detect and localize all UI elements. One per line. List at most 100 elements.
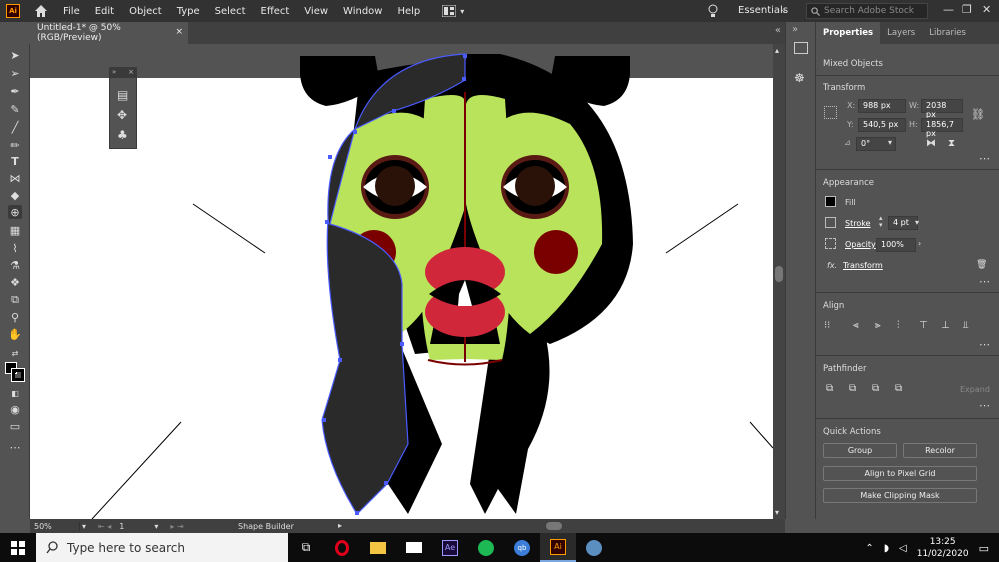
make-clipping-mask-button[interactable]: Make Clipping Mask bbox=[823, 488, 977, 503]
screen-mode-icon[interactable]: ▭ bbox=[8, 419, 22, 433]
menu-window[interactable]: Window bbox=[343, 6, 382, 17]
restore-icon[interactable]: ❐ bbox=[962, 3, 972, 16]
line-tool-icon[interactable]: ╱ bbox=[8, 120, 22, 134]
x-field[interactable]: 988 px bbox=[858, 99, 906, 113]
document-tab[interactable]: Untitled-1* @ 50% (RGB/Preview) × bbox=[30, 22, 188, 44]
illustrator-taskbar-icon[interactable]: Ai bbox=[540, 533, 576, 562]
menu-view[interactable]: View bbox=[304, 6, 328, 17]
menu-help[interactable]: Help bbox=[397, 6, 420, 17]
opacity-chevron-icon[interactable]: › bbox=[918, 239, 921, 248]
menu-type[interactable]: Type bbox=[177, 6, 200, 17]
stroke-color-swatch[interactable] bbox=[825, 217, 836, 228]
line-shape[interactable] bbox=[749, 421, 773, 449]
first-artboard-icon[interactable]: ⇤ ◂ bbox=[98, 522, 111, 531]
minus-front-icon[interactable]: ⧉ bbox=[849, 383, 856, 394]
eyedropper-tool-icon[interactable]: ⌇ bbox=[8, 241, 22, 255]
home-icon[interactable] bbox=[34, 4, 48, 18]
gradient-tool-icon[interactable]: ▦ bbox=[8, 223, 22, 237]
paintbrush-tool-icon[interactable]: ✏ bbox=[8, 138, 22, 152]
opacity-field[interactable]: 100% bbox=[876, 238, 916, 252]
exclude-icon[interactable]: ⧉ bbox=[895, 383, 902, 394]
vertical-scrollbar[interactable]: ▴ ▾ bbox=[773, 44, 785, 519]
align-hcenter-icon[interactable]: ⫸ bbox=[875, 320, 881, 331]
task-view-icon[interactable]: ⧉ bbox=[288, 533, 324, 562]
minimize-icon[interactable]: — bbox=[943, 3, 954, 16]
trash-icon[interactable]: 🗑 bbox=[976, 260, 987, 270]
align-to-icon[interactable]: ⁝⁝ bbox=[824, 320, 830, 331]
clock[interactable]: 13:25 11/02/2020 bbox=[917, 536, 969, 560]
reflect-tool-icon[interactable]: ⋈ bbox=[8, 171, 22, 185]
scroll-thumb[interactable] bbox=[775, 266, 783, 282]
draw-mode-icon[interactable]: ◉ bbox=[8, 402, 22, 416]
tab-libraries[interactable]: Libraries bbox=[922, 22, 973, 44]
stroke-stepper-icon[interactable]: ▴ ▾ bbox=[879, 215, 883, 229]
menu-object[interactable]: Object bbox=[129, 6, 162, 17]
artboard-field[interactable]: 1 bbox=[119, 522, 124, 531]
zoom-field[interactable]: 50% bbox=[30, 521, 80, 531]
notifications-icon[interactable]: ▭ bbox=[979, 542, 989, 555]
last-artboard-icon[interactable]: ▸ ⇥ bbox=[170, 522, 183, 531]
menu-select[interactable]: Select bbox=[215, 6, 246, 17]
group-button[interactable]: Group bbox=[823, 443, 897, 458]
w-field[interactable]: 2038 px bbox=[921, 99, 963, 119]
collapse-icon[interactable]: « bbox=[775, 25, 781, 36]
y-field[interactable]: 540,5 px bbox=[858, 118, 906, 132]
symbol-sprayer-tool-icon[interactable]: ❖ bbox=[8, 275, 22, 289]
stroke-weight-field[interactable]: 4 pt bbox=[888, 216, 918, 230]
scroll-down-icon[interactable]: ▾ bbox=[775, 508, 779, 517]
align-vcenter-icon[interactable]: ⊥ bbox=[941, 320, 950, 331]
assets-panel-icon[interactable]: ☸ bbox=[794, 71, 805, 85]
unite-icon[interactable]: ⧉ bbox=[826, 383, 833, 394]
menu-edit[interactable]: Edit bbox=[95, 6, 114, 17]
tab-layers[interactable]: Layers bbox=[880, 22, 922, 44]
symbols-icon[interactable]: ♣ bbox=[117, 128, 128, 142]
floating-panel-header[interactable]: » × bbox=[110, 68, 136, 78]
more-tools-icon[interactable]: ⋯ bbox=[8, 440, 22, 454]
close-icon[interactable]: ✕ bbox=[982, 3, 991, 16]
artboard-chevron-icon[interactable]: ▾ bbox=[154, 522, 158, 531]
photos-icon[interactable] bbox=[576, 533, 612, 562]
mail-icon[interactable] bbox=[396, 533, 432, 562]
tab-properties[interactable]: Properties bbox=[816, 22, 881, 44]
lightbulb-icon[interactable] bbox=[707, 4, 719, 18]
canvas[interactable] bbox=[30, 44, 773, 519]
menu-file[interactable]: File bbox=[63, 6, 80, 17]
more-options-icon[interactable]: ⋯ bbox=[979, 275, 990, 288]
artboard-tool-icon[interactable]: ⧉ bbox=[8, 293, 22, 307]
puppet-warp-icon[interactable]: ✥ bbox=[117, 108, 127, 122]
zoom-chevron-icon[interactable]: ▾ bbox=[82, 522, 86, 531]
flip-horizontal-icon[interactable]: ⧓ bbox=[926, 138, 936, 149]
workspace-chevron-icon[interactable]: ⌄ bbox=[780, 5, 788, 15]
align-left-icon[interactable]: ⫷ bbox=[853, 320, 859, 331]
close-icon[interactable]: × bbox=[128, 68, 134, 78]
opacity-label[interactable]: Opacity bbox=[845, 240, 876, 249]
arrange-documents-button[interactable]: ▾ bbox=[442, 5, 464, 17]
align-top-icon[interactable]: ⊤ bbox=[919, 320, 928, 331]
recolor-button[interactable]: Recolor bbox=[903, 443, 977, 458]
direct-selection-tool-icon[interactable]: ➢ bbox=[8, 66, 22, 80]
stock-search-input[interactable]: Search Adobe Stock bbox=[806, 3, 928, 19]
right-pupil[interactable] bbox=[515, 166, 555, 206]
h-field[interactable]: 1856,7 px bbox=[921, 118, 963, 138]
flip-vertical-icon[interactable]: ⧗ bbox=[948, 138, 955, 149]
align-to-pixel-grid-button[interactable]: Align to Pixel Grid bbox=[823, 466, 977, 481]
file-explorer-icon[interactable] bbox=[360, 533, 396, 562]
fx-transform-link[interactable]: Transform bbox=[843, 261, 883, 270]
zoom-tool-icon[interactable]: ⚲ bbox=[8, 310, 22, 324]
spotify-icon[interactable] bbox=[468, 533, 504, 562]
pen-tool-icon[interactable]: ✒ bbox=[8, 84, 22, 98]
left-pupil[interactable] bbox=[375, 166, 415, 206]
fill-color-swatch[interactable] bbox=[825, 196, 836, 207]
volume-icon[interactable]: ◁ bbox=[899, 543, 907, 554]
stroke-swatch[interactable] bbox=[11, 368, 25, 382]
artwork[interactable] bbox=[30, 44, 773, 519]
libraries-icon[interactable]: ▤ bbox=[117, 88, 128, 102]
close-tab-icon[interactable]: × bbox=[175, 27, 183, 37]
artboards-panel-icon[interactable] bbox=[794, 42, 808, 54]
align-right-icon[interactable]: ⫶ bbox=[897, 320, 900, 331]
line-shape[interactable] bbox=[665, 203, 739, 254]
right-cheek[interactable] bbox=[534, 230, 578, 274]
hscroll-thumb[interactable] bbox=[546, 522, 562, 530]
reference-point-icon[interactable] bbox=[824, 106, 837, 119]
align-bottom-icon[interactable]: ⫫ bbox=[963, 320, 969, 331]
